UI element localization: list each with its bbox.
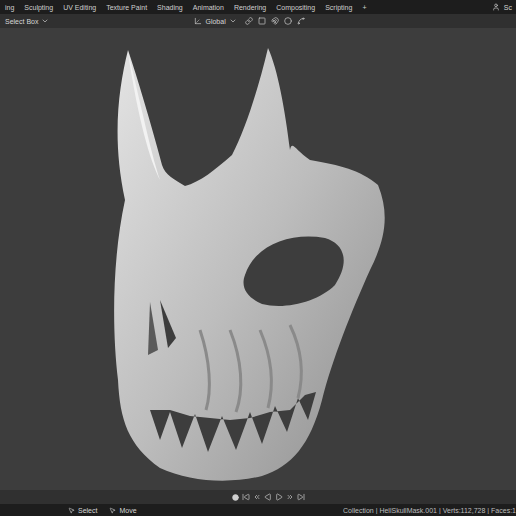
workspace-tab[interactable]: Animation xyxy=(188,1,229,13)
workspace-tab[interactable]: UV Editing xyxy=(58,1,101,13)
mouse-icon xyxy=(68,507,75,514)
record-icon[interactable] xyxy=(232,494,239,501)
jump-start-icon[interactable] xyxy=(242,493,250,501)
scene-statistics: Collection | HellSkullMask.001 | Verts:1… xyxy=(343,507,516,514)
3d-viewport[interactable] xyxy=(0,28,516,490)
workspace-tab[interactable]: ing xyxy=(0,1,19,13)
status-hint: Select xyxy=(68,507,97,514)
blender-window: ingSculptingUV EditingTexture PaintShadi… xyxy=(0,0,516,516)
skull-mask-model[interactable] xyxy=(0,28,516,490)
status-hint: Move xyxy=(109,507,136,514)
pivot-icon[interactable] xyxy=(245,17,253,25)
mouse-icon xyxy=(109,507,116,514)
viewport-header: Select Box Global xyxy=(0,14,516,28)
chevron-down-icon xyxy=(229,17,237,25)
playback-controls xyxy=(0,490,516,504)
workspace-tab[interactable]: Scripting xyxy=(320,1,357,13)
proportional-icon[interactable] xyxy=(284,17,292,25)
play-icon[interactable] xyxy=(275,493,283,501)
snap-target-icon[interactable] xyxy=(258,17,266,25)
add-workspace-button[interactable]: + xyxy=(357,1,371,13)
workspace-bar: ingSculptingUV EditingTexture PaintShadi… xyxy=(0,0,516,14)
workspace-tab[interactable]: Sculpting xyxy=(19,1,58,13)
status-bar: Select Move Collection | HellSkullMask.001… xyxy=(0,504,516,516)
next-keyframe-icon[interactable] xyxy=(286,493,294,501)
chevron-down-icon xyxy=(41,17,49,25)
prev-keyframe-icon[interactable] xyxy=(253,493,261,501)
workspace-tab[interactable]: Texture Paint xyxy=(101,1,152,13)
snap-icon[interactable] xyxy=(271,17,279,25)
workspace-tab[interactable]: Compositing xyxy=(271,1,320,13)
orientation-dropdown[interactable]: Global xyxy=(191,16,239,27)
axis-icon xyxy=(194,17,202,25)
scene-selector[interactable]: Sc xyxy=(492,3,512,11)
play-reverse-icon[interactable] xyxy=(264,493,272,501)
scene-label: Sc xyxy=(504,4,512,11)
falloff-icon[interactable] xyxy=(297,17,305,25)
jump-end-icon[interactable] xyxy=(297,493,305,501)
workspace-tab[interactable]: Shading xyxy=(152,1,188,13)
transform-tools: Global xyxy=(191,16,304,27)
select-mode-dropdown[interactable]: Select Box xyxy=(2,16,52,27)
scene-icon xyxy=(492,3,500,11)
workspace-tab[interactable]: Rendering xyxy=(229,1,271,13)
